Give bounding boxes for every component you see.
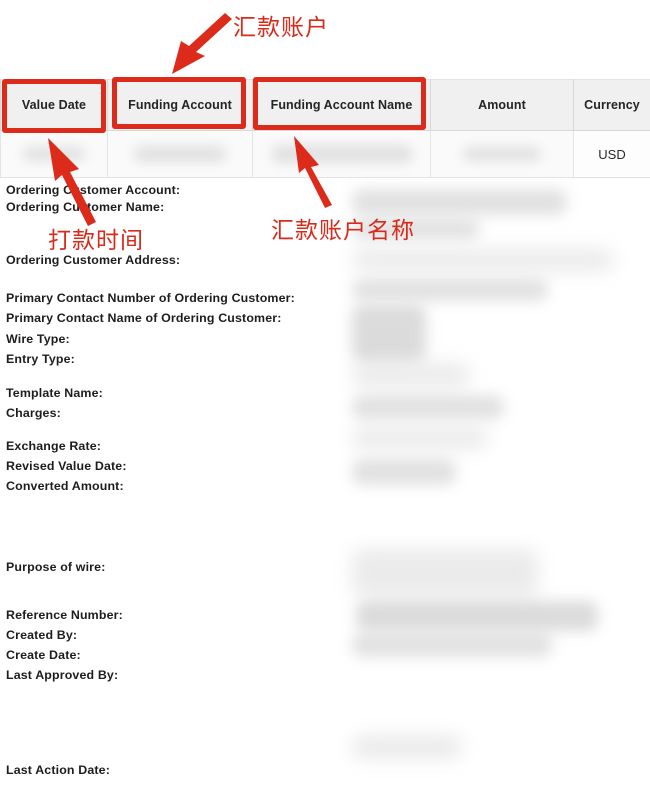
field-last-action-date: Last Action Date: xyxy=(6,763,110,777)
redacted-detail-value xyxy=(352,219,480,239)
arrow-to-funding-account xyxy=(172,13,232,74)
column-header-value-date[interactable]: Value Date xyxy=(0,79,108,131)
cell-currency: USD xyxy=(573,130,650,178)
field-ordering-customer-account: Ordering Customer Account: xyxy=(6,183,181,197)
field-template-name: Template Name: xyxy=(6,386,103,400)
field-ordering-customer-name: Ordering Customer Name: xyxy=(6,200,165,214)
wire-summary-table: Value Date Funding Account Funding Accou… xyxy=(0,79,650,178)
cell-funding-account xyxy=(107,130,253,178)
field-created-by: Created By: xyxy=(6,628,78,642)
redacted-detail-value xyxy=(352,459,456,485)
cell-funding-account-name xyxy=(252,130,431,178)
column-header-funding-account[interactable]: Funding Account xyxy=(107,79,253,131)
cell-value-date xyxy=(0,130,108,178)
field-entry-type: Entry Type: xyxy=(6,352,75,366)
field-create-date: Create Date: xyxy=(6,648,81,662)
redacted-detail-value xyxy=(356,601,598,631)
redacted-funding-account xyxy=(134,146,226,162)
field-revised-value-date: Revised Value Date: xyxy=(6,459,127,473)
redacted-detail-value xyxy=(352,249,614,271)
column-header-currency[interactable]: Currency xyxy=(573,79,650,131)
column-header-funding-account-name[interactable]: Funding Account Name xyxy=(252,79,431,131)
redacted-detail-value xyxy=(352,189,567,215)
field-purpose-of-wire: Purpose of wire: xyxy=(6,560,106,574)
redacted-detail-value xyxy=(352,427,488,449)
callout-label-value-date: 打款时间 xyxy=(48,228,144,254)
field-primary-contact-name: Primary Contact Name of Ordering Custome… xyxy=(6,311,282,325)
field-charges: Charges: xyxy=(6,406,61,420)
redacted-detail-value xyxy=(352,279,548,301)
redacted-detail-value xyxy=(352,305,426,361)
redacted-detail-value xyxy=(352,549,538,597)
redacted-detail-value xyxy=(352,363,470,387)
redacted-detail-value xyxy=(352,395,504,419)
field-ordering-customer-address: Ordering Customer Address: xyxy=(6,253,181,267)
field-converted-amount: Converted Amount: xyxy=(6,479,124,493)
field-reference-number: Reference Number: xyxy=(6,608,123,622)
redacted-detail-value xyxy=(352,735,462,759)
callout-label-funding-account: 汇款账户 xyxy=(233,15,329,41)
field-exchange-rate: Exchange Rate: xyxy=(6,439,102,453)
redacted-funding-account-name xyxy=(271,145,412,163)
table-row[interactable]: USD xyxy=(0,130,650,178)
redacted-value-date xyxy=(23,147,85,161)
cell-amount xyxy=(430,130,574,178)
column-header-amount[interactable]: Amount xyxy=(430,79,574,131)
redacted-amount xyxy=(463,147,541,161)
screenshot-root: Value Date Funding Account Funding Accou… xyxy=(0,0,650,793)
redacted-detail-value xyxy=(352,633,552,657)
field-last-approved-by: Last Approved By: xyxy=(6,668,119,682)
field-primary-contact-number: Primary Contact Number of Ordering Custo… xyxy=(6,291,295,305)
field-wire-type: Wire Type: xyxy=(6,332,70,346)
table-header-row: Value Date Funding Account Funding Accou… xyxy=(0,79,650,131)
